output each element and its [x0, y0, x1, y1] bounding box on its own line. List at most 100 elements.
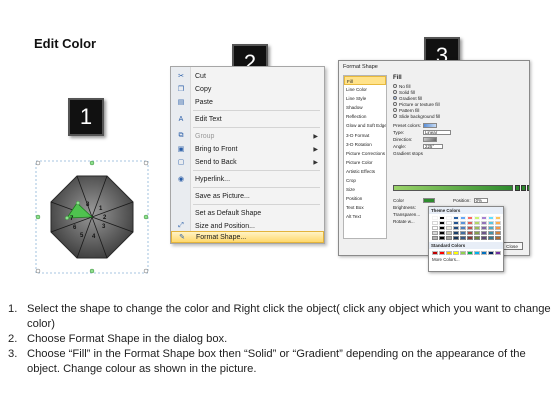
- sidebar-item-alt-text[interactable]: Alt Text: [344, 212, 386, 221]
- color-swatch[interactable]: [460, 251, 466, 255]
- sidebar-item-line-style[interactable]: Line Style: [344, 94, 386, 103]
- menu-item-paste[interactable]: ▤ Paste: [171, 96, 324, 108]
- color-swatch[interactable]: [439, 226, 445, 230]
- color-swatch[interactable]: [432, 216, 438, 220]
- position-input[interactable]: 0%: [473, 198, 488, 203]
- color-swatch[interactable]: [488, 236, 494, 240]
- color-swatch[interactable]: [446, 251, 452, 255]
- close-button[interactable]: Close: [501, 242, 523, 250]
- color-swatch[interactable]: [460, 236, 466, 240]
- color-swatch[interactable]: [439, 236, 445, 240]
- color-swatch[interactable]: [481, 216, 487, 220]
- color-swatch[interactable]: [488, 251, 494, 255]
- color-swatch[interactable]: [488, 221, 494, 225]
- sidebar-item-picture-corrections[interactable]: Picture Corrections: [344, 149, 386, 158]
- color-swatch[interactable]: [467, 236, 473, 240]
- color-swatch[interactable]: [446, 231, 452, 235]
- color-swatch[interactable]: [453, 236, 459, 240]
- color-swatch[interactable]: [481, 236, 487, 240]
- color-swatch[interactable]: [495, 231, 501, 235]
- color-swatch[interactable]: [453, 226, 459, 230]
- context-menu[interactable]: ✂ Cut ❐ Copy ▤ Paste A Edit Text ⧉ Group…: [170, 66, 325, 244]
- color-swatch[interactable]: [439, 251, 445, 255]
- color-swatch[interactable]: [446, 221, 452, 225]
- color-swatch[interactable]: [474, 236, 480, 240]
- sidebar-item-3d-rotation[interactable]: 3-D Rotation: [344, 140, 386, 149]
- color-swatch[interactable]: [432, 236, 438, 240]
- theme-color-grid[interactable]: [429, 214, 503, 242]
- menu-item-set-default-shape[interactable]: Set as Default Shape: [171, 207, 324, 219]
- color-swatch[interactable]: [446, 226, 452, 230]
- menu-item-cut[interactable]: ✂ Cut: [171, 70, 324, 82]
- color-swatch[interactable]: [432, 221, 438, 225]
- sidebar-item-crop[interactable]: Crop: [344, 176, 386, 185]
- sidebar-item-position[interactable]: Position: [344, 194, 386, 203]
- color-swatch[interactable]: [495, 251, 501, 255]
- color-swatch[interactable]: [432, 231, 438, 235]
- color-swatch[interactable]: [495, 226, 501, 230]
- color-swatch[interactable]: [439, 216, 445, 220]
- sidebar-item-line-color[interactable]: Line Color: [344, 85, 386, 94]
- gradient-stop-buttons[interactable]: [515, 185, 529, 191]
- type-dropdown[interactable]: Linear: [423, 130, 451, 135]
- octagon-diagram[interactable]: 1 2 3 4 5 6 7 8: [33, 158, 151, 276]
- color-swatch[interactable]: [439, 231, 445, 235]
- color-swatch[interactable]: [488, 216, 494, 220]
- sidebar-item-picture-color[interactable]: Picture Color: [344, 158, 386, 167]
- sidebar-item-text-box[interactable]: Text Box: [344, 203, 386, 212]
- color-swatch[interactable]: [488, 226, 494, 230]
- color-palette-popup[interactable]: Theme Colors Standard Colors More Colors…: [428, 206, 504, 272]
- color-swatch[interactable]: [460, 226, 466, 230]
- color-swatch[interactable]: [453, 231, 459, 235]
- color-swatch[interactable]: [474, 226, 480, 230]
- angle-input[interactable]: 225°: [423, 144, 443, 149]
- color-swatch[interactable]: [432, 226, 438, 230]
- color-swatch[interactable]: [495, 216, 501, 220]
- color-picker-button[interactable]: [423, 198, 435, 203]
- sidebar-item-glow[interactable]: Glow and Soft Edges: [344, 121, 386, 130]
- sidebar-item-artistic-effects[interactable]: Artistic Effects: [344, 167, 386, 176]
- direction-dropdown[interactable]: [423, 137, 437, 142]
- sidebar-item-3d-format[interactable]: 3-D Format: [344, 131, 386, 140]
- menu-item-save-as-picture[interactable]: Save as Picture...: [171, 190, 324, 202]
- color-swatch[interactable]: [474, 221, 480, 225]
- sidebar-item-size[interactable]: Size: [344, 185, 386, 194]
- sidebar-item-reflection[interactable]: Reflection: [344, 112, 386, 121]
- color-swatch[interactable]: [446, 236, 452, 240]
- color-swatch[interactable]: [446, 216, 452, 220]
- menu-item-hyperlink[interactable]: ◉ Hyperlink...: [171, 173, 324, 185]
- color-swatch[interactable]: [474, 216, 480, 220]
- menu-item-edit-text[interactable]: A Edit Text: [171, 113, 324, 125]
- color-swatch[interactable]: [453, 216, 459, 220]
- color-swatch[interactable]: [481, 251, 487, 255]
- menu-item-copy[interactable]: ❐ Copy: [171, 83, 324, 95]
- color-swatch[interactable]: [439, 221, 445, 225]
- color-swatch[interactable]: [460, 231, 466, 235]
- color-swatch[interactable]: [481, 231, 487, 235]
- menu-item-send-to-back[interactable]: ▢ Send to Back ▶: [171, 156, 324, 168]
- color-swatch[interactable]: [474, 251, 480, 255]
- color-swatch[interactable]: [495, 236, 501, 240]
- color-swatch[interactable]: [432, 251, 438, 255]
- color-swatch[interactable]: [460, 216, 466, 220]
- color-swatch[interactable]: [481, 226, 487, 230]
- color-swatch[interactable]: [467, 216, 473, 220]
- menu-item-group[interactable]: ⧉ Group ▶: [171, 130, 324, 142]
- color-swatch[interactable]: [495, 221, 501, 225]
- menu-item-bring-to-front[interactable]: ▣ Bring to Front ▶: [171, 143, 324, 155]
- color-swatch[interactable]: [481, 221, 487, 225]
- standard-color-grid[interactable]: [429, 249, 503, 257]
- preset-colors-dropdown[interactable]: [423, 123, 437, 128]
- color-swatch[interactable]: [453, 221, 459, 225]
- color-swatch[interactable]: [467, 221, 473, 225]
- color-swatch[interactable]: [488, 231, 494, 235]
- menu-item-format-shape[interactable]: ✎ Format Shape...: [171, 231, 324, 243]
- dialog-sidebar[interactable]: Fill Line Color Line Style Shadow Reflec…: [343, 75, 387, 239]
- color-swatch[interactable]: [467, 251, 473, 255]
- color-swatch[interactable]: [467, 226, 473, 230]
- color-swatch[interactable]: [453, 251, 459, 255]
- selected-shape-panel[interactable]: 1 2 3 4 5 6 7 8: [33, 158, 151, 276]
- sidebar-item-fill[interactable]: Fill: [344, 76, 386, 86]
- color-swatch[interactable]: [474, 231, 480, 235]
- sidebar-item-shadow[interactable]: Shadow: [344, 103, 386, 112]
